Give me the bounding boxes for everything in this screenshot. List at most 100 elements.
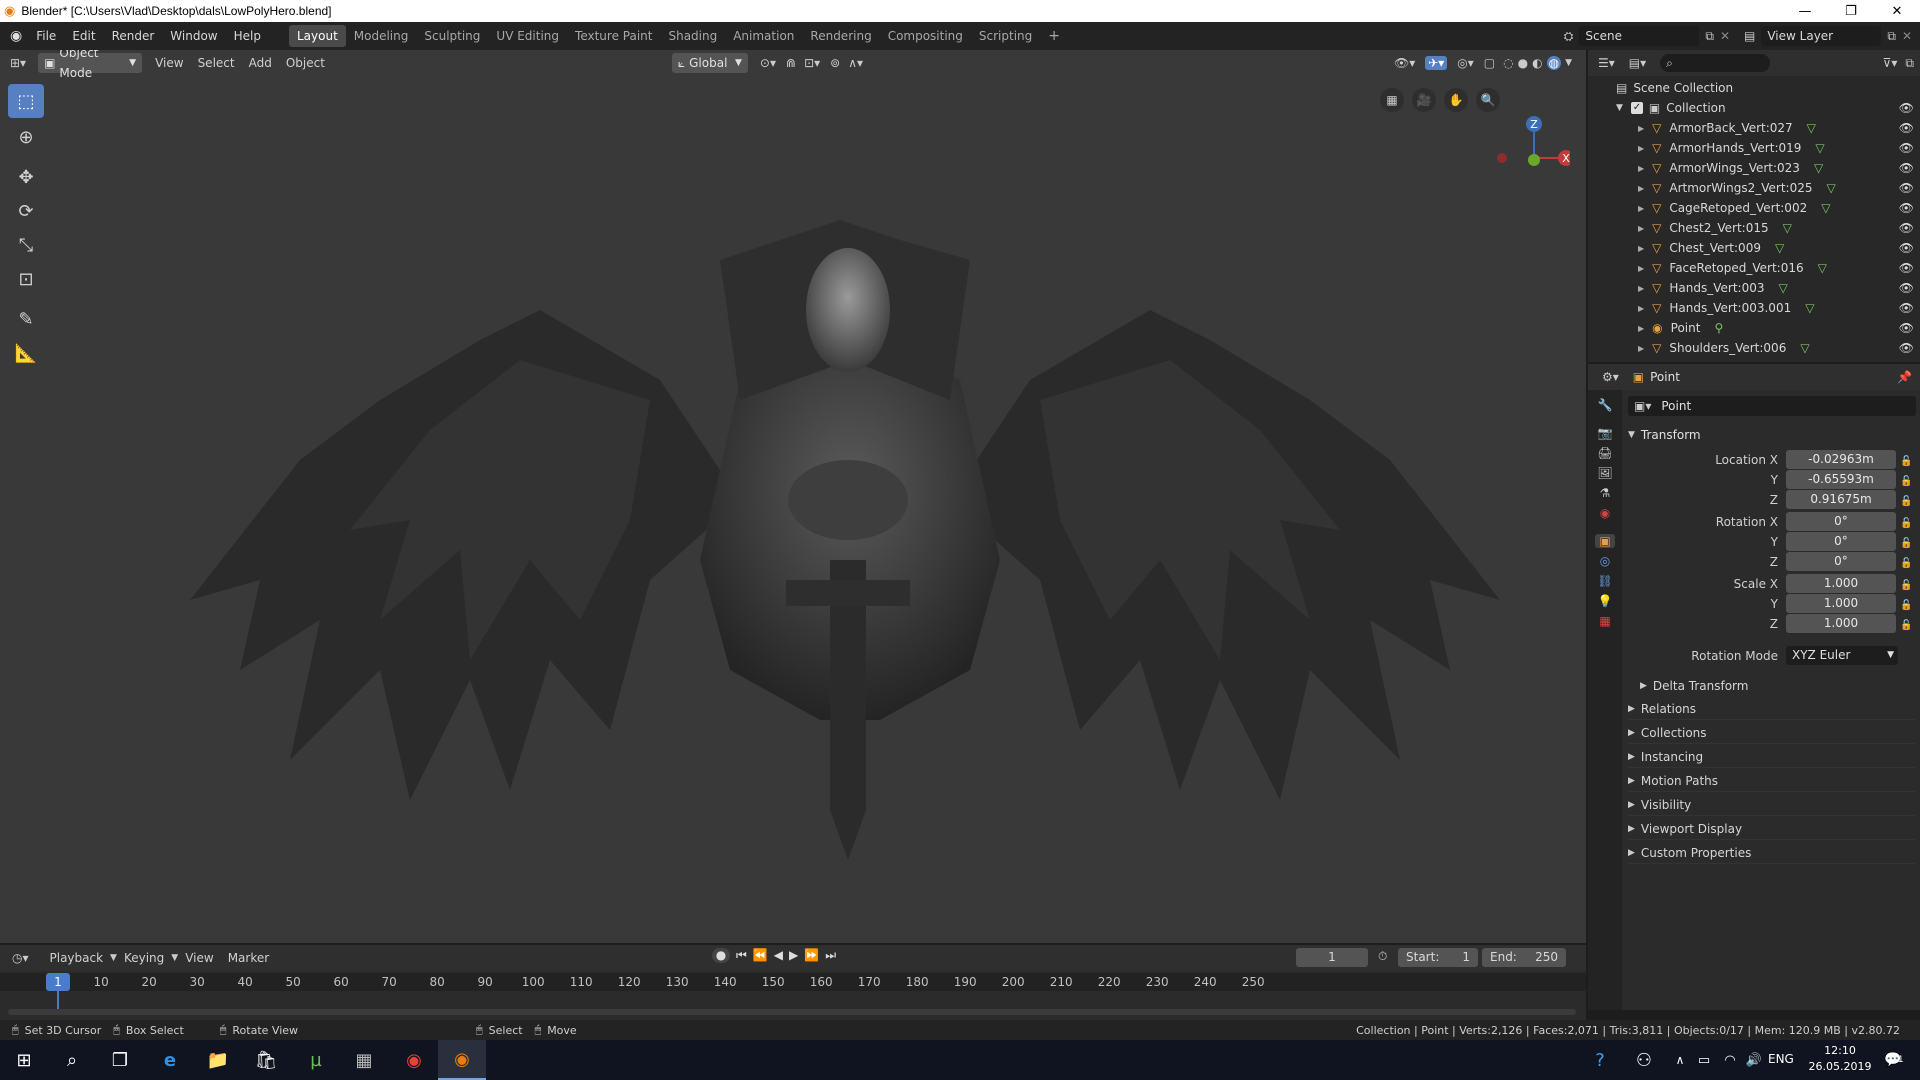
eye-icon[interactable]: 👁: [1899, 121, 1914, 135]
snap-target-icon[interactable]: ⊡▾: [804, 56, 820, 70]
blender-menu-icon[interactable]: ◉: [10, 28, 22, 44]
new-collection-icon[interactable]: ⧉: [1905, 56, 1914, 71]
render-tab-icon[interactable]: 📷: [1598, 426, 1613, 440]
tab-sculpting[interactable]: Sculpting: [416, 25, 488, 47]
stopwatch-icon[interactable]: ⏱: [1378, 949, 1387, 964]
menu-playback[interactable]: Playback: [43, 948, 111, 968]
scene-selector[interactable]: Scene: [1579, 26, 1700, 46]
outliner-editor-icon[interactable]: ☰▾: [1598, 56, 1615, 70]
outliner-item[interactable]: ▶ ▽ ArtmorWings2_Vert:025 ▽ 👁: [1588, 178, 1920, 198]
eye-icon[interactable]: 👁: [1899, 261, 1914, 275]
outliner-item[interactable]: ▶ ▽ FaceRetoped_Vert:016 ▽ 👁: [1588, 258, 1920, 278]
rotation-x-field[interactable]: 0°: [1786, 512, 1896, 531]
mesh-data-icon[interactable]: ▽: [1783, 221, 1792, 235]
rotation-mode-dropdown[interactable]: XYZ Euler ▼: [1786, 646, 1898, 665]
tab-modeling[interactable]: Modeling: [346, 25, 417, 47]
mesh-data-icon[interactable]: ▽: [1827, 181, 1836, 195]
lock-icon[interactable]: 🔓: [1900, 596, 1920, 616]
expand-arrow-icon[interactable]: ▶: [1638, 164, 1644, 173]
menu-add[interactable]: Add: [242, 53, 279, 73]
start-frame-field[interactable]: Start: 1: [1398, 948, 1478, 967]
overlay-toggle-icon[interactable]: ◎▾: [1457, 56, 1474, 70]
eye-icon[interactable]: 👁: [1899, 221, 1914, 235]
timeline-scrollbar[interactable]: [8, 1009, 1576, 1015]
eye-icon[interactable]: 👁: [1899, 181, 1914, 195]
pivot-icon[interactable]: ⊙▾: [760, 56, 776, 70]
help-icon[interactable]: ?: [1576, 1040, 1624, 1080]
tab-compositing[interactable]: Compositing: [880, 25, 971, 47]
properties-editor-icon[interactable]: ⚙▾: [1602, 370, 1619, 384]
language-indicator[interactable]: ENG: [1768, 1052, 1794, 1066]
minimize-button[interactable]: —: [1782, 0, 1828, 22]
select-box-tool-icon[interactable]: ⬚: [8, 84, 44, 118]
constraints-tab-icon[interactable]: ⛓: [1597, 574, 1612, 588]
scene-tab-icon[interactable]: ⚗: [1600, 486, 1611, 500]
edge-browser-icon[interactable]: e: [146, 1040, 194, 1080]
scale-z-field[interactable]: 1.000: [1786, 614, 1896, 633]
app-icon[interactable]: ▦: [340, 1040, 388, 1080]
outliner-search-input[interactable]: ⌕: [1660, 54, 1771, 72]
wireframe-shading-icon[interactable]: ◌: [1503, 56, 1513, 70]
outliner-item[interactable]: ▶ ◉ Point ⚲ 👁: [1588, 318, 1920, 338]
tab-texture-paint[interactable]: Texture Paint: [567, 25, 660, 47]
navigation-gizmo[interactable]: Z X: [1490, 80, 1570, 180]
expand-arrow-icon[interactable]: ▶: [1638, 224, 1644, 233]
move-tool-icon[interactable]: ✥: [8, 160, 44, 194]
panel-header[interactable]: ▶ Motion Paths: [1628, 770, 1916, 792]
pan-view-icon[interactable]: ✋: [1444, 88, 1468, 112]
rotate-tool-icon[interactable]: ⟳: [8, 194, 44, 228]
scale-tool-icon[interactable]: ⤡: [8, 228, 44, 262]
object-name-field[interactable]: ▣▾ Point: [1628, 396, 1916, 416]
blender-taskbar-icon[interactable]: ◉: [438, 1040, 486, 1080]
grid-view-icon[interactable]: ▦: [1380, 88, 1404, 112]
measure-tool-icon[interactable]: 📐: [8, 336, 44, 370]
menu-object[interactable]: Object: [279, 53, 332, 73]
expand-arrow-icon[interactable]: ▶: [1638, 324, 1644, 333]
output-tab-icon[interactable]: 🖨: [1597, 446, 1612, 460]
add-workspace-icon[interactable]: +: [1040, 25, 1068, 47]
rotation-y-field[interactable]: 0°: [1786, 532, 1896, 551]
tab-animation[interactable]: Animation: [725, 25, 802, 47]
cursor-tool-icon[interactable]: ⊕: [8, 120, 44, 154]
jump-keyframe-forward-icon[interactable]: ⏩: [804, 948, 819, 963]
clock[interactable]: 12:10 26.05.2019: [1800, 1043, 1880, 1075]
camera-view-icon[interactable]: 🎥: [1412, 88, 1436, 112]
tab-rendering[interactable]: Rendering: [802, 25, 879, 47]
panel-header[interactable]: ▶ Instancing: [1628, 746, 1916, 768]
eye-icon[interactable]: 👁: [1899, 341, 1914, 355]
falloff-icon[interactable]: ∧▾: [848, 56, 863, 70]
xray-icon[interactable]: ▢: [1484, 56, 1495, 70]
editor-type-icon[interactable]: ⊞▾: [10, 56, 26, 70]
expand-arrow-icon[interactable]: ▶: [1638, 204, 1644, 213]
world-tab-icon[interactable]: ◉: [1600, 506, 1610, 520]
expand-arrow-icon[interactable]: ▶: [1638, 184, 1644, 193]
menu-view[interactable]: View: [148, 53, 190, 73]
end-frame-field[interactable]: End: 250: [1482, 948, 1566, 967]
expand-arrow-icon[interactable]: ▶: [1638, 124, 1644, 133]
annotate-tool-icon[interactable]: ✎: [8, 302, 44, 336]
timeline-editor-icon[interactable]: ◷▾: [12, 951, 29, 965]
collection-row[interactable]: ▼ ✓ ▣ Collection 👁: [1588, 98, 1920, 118]
object-data-tab-icon[interactable]: 💡: [1598, 594, 1613, 608]
mesh-data-icon[interactable]: ▽: [1807, 121, 1816, 135]
scene-collection-row[interactable]: ▤ Scene Collection: [1588, 78, 1920, 98]
eye-icon[interactable]: 👁: [1899, 301, 1914, 315]
play-reverse-icon[interactable]: ◀: [774, 948, 783, 963]
mesh-data-icon[interactable]: ▽: [1821, 201, 1830, 215]
search-icon[interactable]: ⌕: [48, 1040, 96, 1080]
play-icon[interactable]: ▶: [789, 948, 798, 963]
filter-icon[interactable]: ⊽▾: [1883, 56, 1898, 70]
transform-tool-icon[interactable]: ⊡: [8, 262, 44, 296]
expand-arrow-icon[interactable]: ▼: [1616, 103, 1623, 113]
3d-viewport[interactable]: ⊞▾ ▣ Object Mode ▼ View Select Add Object …: [0, 50, 1586, 943]
object-tab-icon[interactable]: ▣: [1595, 534, 1615, 548]
panel-header[interactable]: ▶ Custom Properties: [1628, 842, 1916, 864]
outliner-item[interactable]: ▶ ▽ CageRetoped_Vert:002 ▽ 👁: [1588, 198, 1920, 218]
mesh-data-icon[interactable]: ▽: [1814, 161, 1823, 175]
scale-x-field[interactable]: 1.000: [1786, 574, 1896, 593]
file-explorer-icon[interactable]: 📁: [194, 1040, 242, 1080]
modifiers-tab-icon[interactable]: ◎: [1600, 554, 1610, 568]
proportional-icon[interactable]: ⊚: [830, 56, 840, 70]
menu-file[interactable]: File: [28, 22, 64, 50]
outliner-item[interactable]: ▶ ▽ ArmorBack_Vert:027 ▽ 👁: [1588, 118, 1920, 138]
